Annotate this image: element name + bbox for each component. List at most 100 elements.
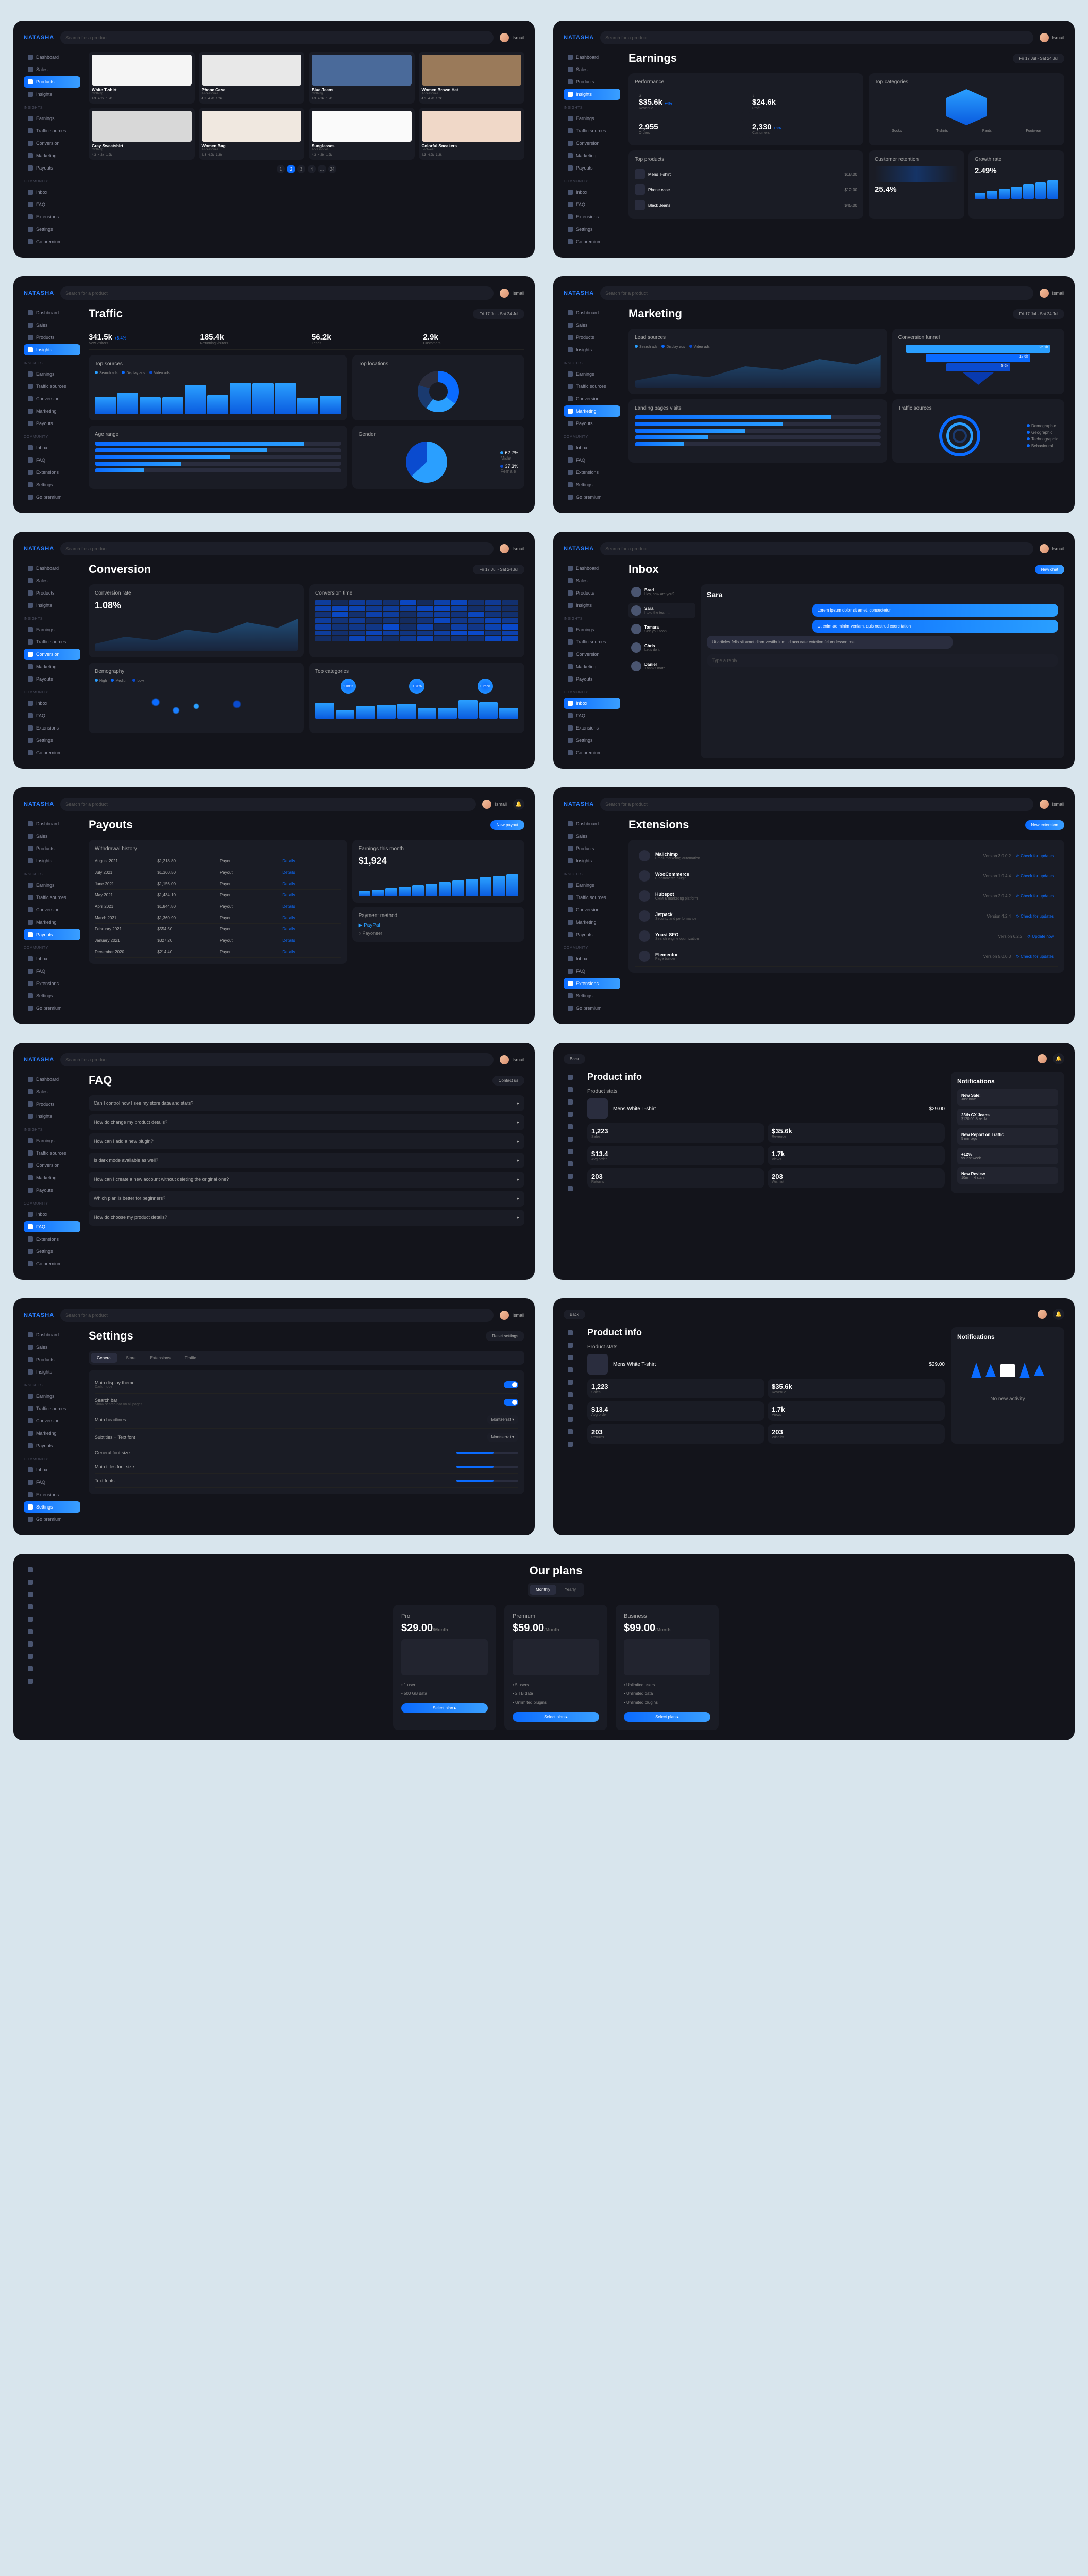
sidebar-item-dashboard[interactable]: Dashboard bbox=[24, 52, 80, 63]
select[interactable]: Montserrat ▾ bbox=[487, 1415, 518, 1424]
sidebar-item-payouts[interactable]: Payouts bbox=[24, 673, 80, 685]
sidebar-mini-item[interactable] bbox=[564, 1352, 579, 1363]
faq-item[interactable]: How do change my product details?▸ bbox=[89, 1114, 524, 1130]
slider[interactable] bbox=[456, 1452, 518, 1454]
sidebar-item-earnings[interactable]: Earnings bbox=[24, 624, 80, 635]
sidebar-mini-item[interactable] bbox=[24, 1614, 39, 1625]
sidebar-item-products[interactable]: Products bbox=[24, 76, 80, 88]
sidebar-item-extensions[interactable]: Extensions bbox=[24, 978, 80, 989]
sidebar-item-insights[interactable]: Insights bbox=[24, 1366, 80, 1378]
sidebar-item-inbox[interactable]: Inbox bbox=[24, 1209, 80, 1220]
sidebar-item-products[interactable]: Products bbox=[564, 843, 620, 854]
sidebar-item-settings[interactable]: Settings bbox=[24, 1246, 80, 1257]
update-link[interactable]: ⟳ Check for updates bbox=[1016, 914, 1054, 919]
sidebar-item-go-premium[interactable]: Go premium bbox=[24, 492, 80, 503]
sidebar-item-payouts[interactable]: Payouts bbox=[24, 418, 80, 429]
sidebar-item-insights[interactable]: Insights bbox=[564, 855, 620, 867]
sidebar-item-sales[interactable]: Sales bbox=[24, 1342, 80, 1353]
search-input[interactable]: Search for a product bbox=[600, 31, 1033, 44]
sidebar-item-faq[interactable]: FAQ bbox=[24, 1221, 80, 1232]
slider[interactable] bbox=[456, 1466, 518, 1468]
sidebar-item-faq[interactable]: FAQ bbox=[564, 965, 620, 977]
sidebar-item-products[interactable]: Products bbox=[24, 1098, 80, 1110]
date-range-button[interactable]: Fri 17 Jul - Sat 24 Jul bbox=[1013, 309, 1064, 319]
sidebar-mini-item[interactable] bbox=[564, 1401, 579, 1413]
product-card[interactable]: Blue JeansClothing4.34.2k1.2k bbox=[309, 52, 415, 104]
sidebar-item-marketing[interactable]: Marketing bbox=[24, 917, 80, 928]
sidebar-item-go-premium[interactable]: Go premium bbox=[564, 236, 620, 247]
select[interactable]: Montserrat ▾ bbox=[487, 1433, 518, 1442]
sidebar-item-marketing[interactable]: Marketing bbox=[564, 917, 620, 928]
sidebar-item-products[interactable]: Products bbox=[564, 76, 620, 88]
sidebar-mini-item[interactable] bbox=[24, 1564, 39, 1575]
new-extension-button[interactable]: New extension bbox=[1025, 820, 1064, 830]
sidebar-item-sales[interactable]: Sales bbox=[24, 1086, 80, 1097]
sidebar-mini-item[interactable] bbox=[564, 1426, 579, 1437]
reset-button[interactable]: Reset settings bbox=[486, 1331, 524, 1341]
toggle[interactable] bbox=[504, 1399, 518, 1406]
sidebar-item-inbox[interactable]: Inbox bbox=[564, 187, 620, 198]
sidebar-item-traffic-sources[interactable]: Traffic sources bbox=[564, 892, 620, 903]
tab-traffic[interactable]: Traffic bbox=[179, 1353, 202, 1363]
select-plan-button[interactable]: Select plan ▸ bbox=[624, 1712, 710, 1722]
details-link[interactable]: Details bbox=[282, 916, 341, 920]
sidebar-item-settings[interactable]: Settings bbox=[564, 224, 620, 235]
sidebar-item-go-premium[interactable]: Go premium bbox=[24, 1003, 80, 1014]
tab-monthly[interactable]: Monthly bbox=[530, 1585, 556, 1595]
sidebar-item-go-premium[interactable]: Go premium bbox=[24, 747, 80, 758]
update-link[interactable]: ⟳ Check for updates bbox=[1016, 894, 1054, 899]
search-input[interactable]: Search for a product bbox=[60, 31, 494, 44]
user-menu[interactable] bbox=[1038, 1054, 1047, 1063]
sidebar-mini-item[interactable] bbox=[564, 1327, 579, 1338]
select-plan-button[interactable]: Select plan ▸ bbox=[401, 1703, 488, 1713]
sidebar-mini-item[interactable] bbox=[564, 1340, 579, 1351]
search-input[interactable]: Search for a product bbox=[60, 286, 494, 300]
user-menu[interactable] bbox=[1038, 1310, 1047, 1319]
sidebar-item-earnings[interactable]: Earnings bbox=[564, 879, 620, 891]
sidebar-item-extensions[interactable]: Extensions bbox=[564, 978, 620, 989]
sidebar-item-insights[interactable]: Insights bbox=[564, 344, 620, 355]
sidebar-item-dashboard[interactable]: Dashboard bbox=[564, 818, 620, 829]
details-link[interactable]: Details bbox=[282, 904, 341, 909]
sidebar-item-faq[interactable]: FAQ bbox=[564, 199, 620, 210]
date-range-button[interactable]: Fri 17 Jul - Sat 24 Jul bbox=[473, 565, 524, 574]
sidebar-item-settings[interactable]: Settings bbox=[24, 1501, 80, 1513]
sidebar-mini-item[interactable] bbox=[564, 1389, 579, 1400]
sidebar-mini-item[interactable] bbox=[564, 1121, 579, 1132]
tab-yearly[interactable]: Yearly bbox=[558, 1585, 582, 1595]
search-input[interactable]: Search for a product bbox=[600, 542, 1033, 555]
sidebar-item-go-premium[interactable]: Go premium bbox=[564, 492, 620, 503]
sidebar-item-settings[interactable]: Settings bbox=[564, 735, 620, 746]
sidebar-item-traffic-sources[interactable]: Traffic sources bbox=[24, 1147, 80, 1159]
sidebar-item-traffic-sources[interactable]: Traffic sources bbox=[564, 125, 620, 137]
sidebar-item-inbox[interactable]: Inbox bbox=[564, 953, 620, 964]
faq-item[interactable]: How do choose my product details?▸ bbox=[89, 1210, 524, 1226]
sidebar-item-insights[interactable]: Insights bbox=[24, 1111, 80, 1122]
sidebar-item-conversion[interactable]: Conversion bbox=[564, 649, 620, 660]
sidebar-item-faq[interactable]: FAQ bbox=[24, 965, 80, 977]
page-button[interactable]: 1 bbox=[277, 165, 285, 173]
sidebar-mini-item[interactable] bbox=[24, 1589, 39, 1600]
sidebar-item-marketing[interactable]: Marketing bbox=[564, 150, 620, 161]
sidebar-mini-item[interactable] bbox=[564, 1364, 579, 1376]
product-card[interactable]: Phone CaseAccessories4.34.2k1.2k bbox=[199, 52, 305, 104]
sidebar-item-conversion[interactable]: Conversion bbox=[24, 138, 80, 149]
sidebar-mini-item[interactable] bbox=[24, 1601, 39, 1613]
sidebar-item-sales[interactable]: Sales bbox=[564, 319, 620, 331]
user-menu[interactable]: Ismail bbox=[500, 33, 524, 42]
sidebar-mini-item[interactable] bbox=[24, 1626, 39, 1637]
sidebar-item-marketing[interactable]: Marketing bbox=[24, 405, 80, 417]
faq-item[interactable]: How can I add a new plugin?▸ bbox=[89, 1133, 524, 1149]
sidebar-item-sales[interactable]: Sales bbox=[564, 831, 620, 842]
notification-item[interactable]: +12%vs last week bbox=[957, 1148, 1058, 1164]
tab-store[interactable]: Store bbox=[120, 1353, 142, 1363]
sidebar-item-dashboard[interactable]: Dashboard bbox=[24, 1074, 80, 1085]
sidebar-item-sales[interactable]: Sales bbox=[564, 64, 620, 75]
sidebar-mini-item[interactable] bbox=[564, 1109, 579, 1120]
search-input[interactable]: Search for a product bbox=[60, 542, 494, 555]
back-button[interactable]: Back bbox=[564, 1310, 585, 1319]
search-input[interactable]: Search for a product bbox=[60, 1053, 494, 1066]
sidebar-mini-item[interactable] bbox=[24, 1651, 39, 1662]
search-input[interactable]: Search for a product bbox=[60, 1309, 494, 1322]
sidebar-mini-item[interactable] bbox=[564, 1146, 579, 1157]
